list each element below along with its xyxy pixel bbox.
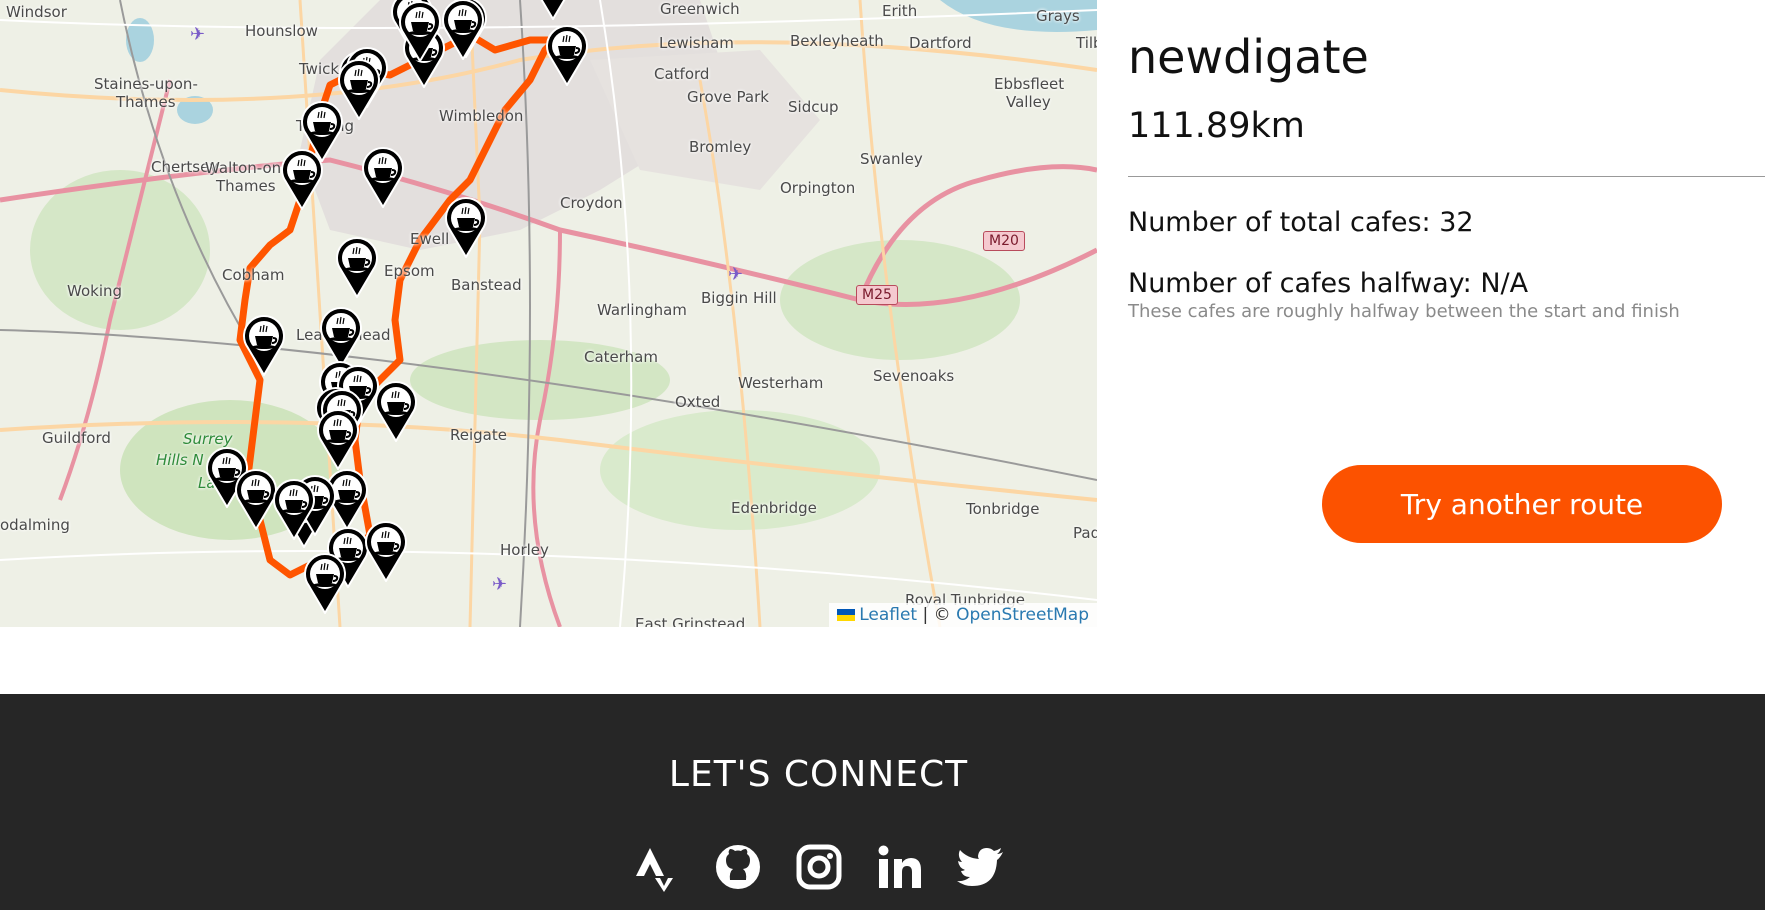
route-name: newdigate	[1128, 30, 1369, 84]
place-label: Bromley	[689, 138, 752, 156]
ukraine-flag-icon	[837, 609, 856, 621]
cafe-marker[interactable]	[364, 520, 408, 582]
place-label: Horley	[500, 541, 549, 559]
cafe-marker[interactable]	[441, 0, 485, 60]
cafe-marker[interactable]	[531, 0, 575, 20]
place-label: Lewisham	[659, 34, 734, 52]
place-label: odalming	[0, 516, 70, 534]
cafe-marker[interactable]	[303, 552, 347, 614]
github-icon[interactable]	[713, 842, 763, 892]
place-label: Edenbridge	[731, 499, 817, 517]
place-label: Twick	[299, 60, 340, 78]
place-label: Oxted	[675, 393, 721, 411]
place-label: Swanley	[860, 150, 923, 168]
place-label: Cobham	[222, 266, 285, 284]
cafe-marker[interactable]	[319, 306, 363, 368]
twitter-icon[interactable]	[956, 842, 1006, 892]
place-label: Epsom	[384, 262, 435, 280]
place-label: Valley	[1006, 93, 1051, 111]
place-label: Croydon	[560, 194, 623, 212]
openstreetmap-link[interactable]: OpenStreetMap	[956, 605, 1089, 625]
linkedin-icon[interactable]	[875, 842, 925, 892]
map-attribution: Leaflet | © OpenStreetMap	[829, 603, 1097, 627]
route-distance: 111.89km	[1128, 106, 1305, 146]
cafe-marker[interactable]	[280, 148, 324, 210]
place-label: Ebbsfleet	[994, 75, 1065, 93]
try-another-route-button[interactable]: Try another route	[1322, 465, 1722, 543]
halfway-cafes-count: Number of cafes halfway: N/A	[1128, 268, 1529, 299]
route-info: newdigate 111.89km Number of total cafes…	[1128, 0, 1765, 322]
place-label: Dartford	[909, 34, 972, 52]
place-label: Sevenoaks	[873, 367, 955, 385]
place-label: Warlingham	[597, 301, 687, 319]
divider	[1128, 176, 1765, 177]
place-label: Thames	[216, 177, 276, 195]
road-shield: M25	[856, 285, 898, 305]
place-label: Reigate	[450, 426, 507, 444]
svg-text:✈: ✈	[728, 264, 743, 285]
place-label: Tonbridge	[966, 500, 1040, 518]
cafe-marker[interactable]	[444, 196, 488, 258]
place-label: Wimbledon	[439, 107, 524, 125]
place-label: Windsor	[6, 3, 67, 21]
place-label: Banstead	[451, 276, 522, 294]
place-label: Hills N	[156, 451, 204, 469]
instagram-icon[interactable]	[794, 842, 844, 892]
cafe-marker[interactable]	[316, 408, 360, 470]
footer: LET'S CONNECT	[0, 694, 1765, 910]
cafe-marker[interactable]	[272, 478, 316, 540]
footer-heading: LET'S CONNECT	[668, 754, 969, 795]
cafe-marker[interactable]	[361, 146, 405, 208]
svg-text:✈: ✈	[492, 574, 507, 595]
cafe-marker[interactable]	[335, 236, 379, 298]
place-label: Pad	[1073, 524, 1097, 542]
total-cafes-count: Number of total cafes: 32	[1128, 207, 1474, 238]
route-map[interactable]: ✈ ✈ ✈ Windsor Hounslow Greenwich Erith G…	[0, 0, 1097, 627]
place-label: Guildford	[42, 429, 111, 447]
place-label: Woking	[67, 282, 123, 300]
cafe-marker[interactable]	[545, 24, 589, 86]
leaflet-link[interactable]: Leaflet	[859, 605, 917, 625]
svg-text:✈: ✈	[190, 24, 205, 45]
place-label: Orpington	[780, 179, 856, 197]
place-label: Sidcup	[788, 98, 839, 116]
place-label: Greenwich	[660, 0, 740, 18]
place-label: Erith	[882, 2, 918, 20]
cafe-marker[interactable]	[374, 380, 418, 442]
place-label: Caterham	[584, 348, 658, 366]
cafe-marker[interactable]	[242, 314, 286, 376]
strava-icon[interactable]	[632, 842, 682, 892]
place-label: Tilb	[1076, 34, 1097, 52]
place-label: Bexleyheath	[790, 32, 884, 50]
place-label: Grove Park	[687, 88, 769, 106]
place-label: Westerham	[738, 374, 824, 392]
place-label: Thames	[116, 93, 176, 111]
cafe-marker[interactable]	[398, 0, 442, 62]
place-label: Staines-upon-	[94, 75, 198, 93]
place-label: Biggin Hill	[701, 289, 777, 307]
road-shield: M20	[983, 231, 1025, 251]
attribution-separator: | ©	[922, 605, 951, 625]
halfway-note: These cafes are roughly halfway between …	[1128, 301, 1680, 322]
place-label: Hounslow	[245, 22, 318, 40]
place-label: Grays	[1036, 7, 1080, 25]
place-label: Walton-on-	[205, 159, 287, 177]
place-label: Catford	[654, 65, 710, 83]
place-label: East Grinstead	[635, 615, 746, 627]
